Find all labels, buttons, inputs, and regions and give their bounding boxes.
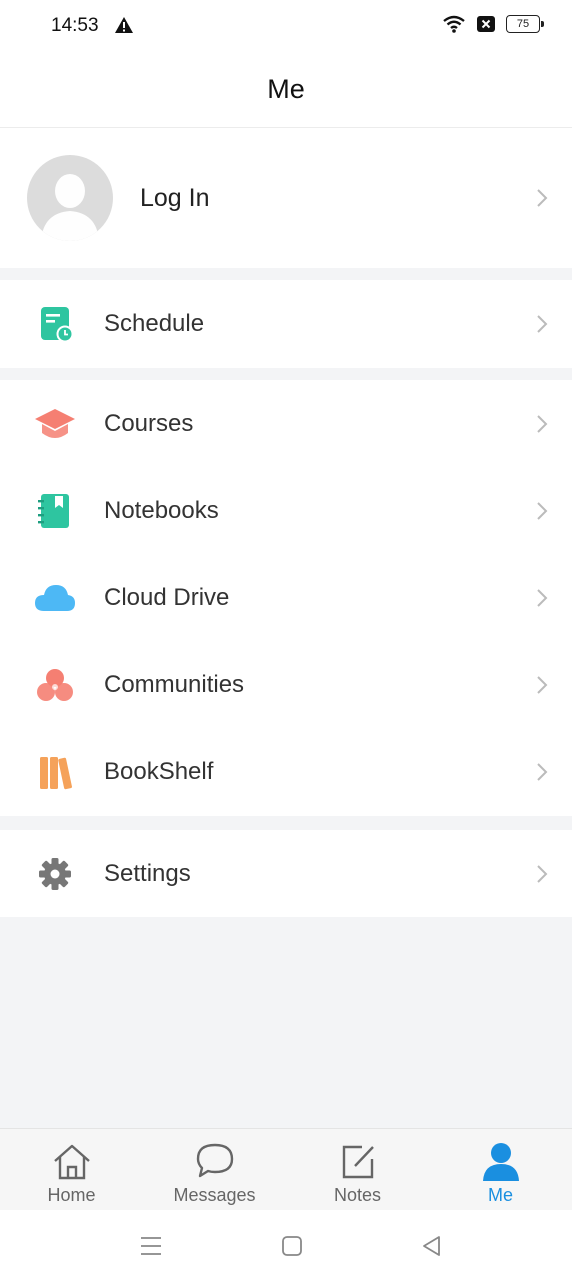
warning-icon bbox=[115, 17, 133, 33]
tab-notes[interactable]: Notes bbox=[286, 1129, 429, 1211]
schedule-section: Schedule bbox=[0, 280, 572, 368]
tab-label: Me bbox=[487, 1185, 513, 1205]
menu-item-label: Communities bbox=[104, 671, 245, 698]
tab-label: Home bbox=[47, 1185, 96, 1205]
chevron-right-icon bbox=[537, 675, 548, 694]
chevron-right-icon bbox=[537, 314, 548, 333]
edit-note-icon bbox=[342, 1145, 374, 1179]
system-nav-bar bbox=[0, 1210, 572, 1280]
graduation-cap-icon bbox=[35, 409, 75, 438]
schedule-icon bbox=[41, 307, 74, 343]
menu-item-courses[interactable]: Courses bbox=[0, 380, 572, 467]
chevron-right-icon bbox=[537, 762, 548, 781]
books-icon bbox=[40, 757, 72, 790]
menu-item-bookshelf[interactable]: BookShelf bbox=[0, 728, 572, 815]
chat-bubble-icon bbox=[196, 1143, 233, 1178]
communities-icon bbox=[37, 669, 73, 701]
cloud-icon bbox=[35, 585, 75, 611]
tab-me[interactable]: Me bbox=[429, 1129, 572, 1211]
menu-icon[interactable] bbox=[139, 1234, 163, 1258]
menu-item-label: Courses bbox=[104, 410, 194, 437]
wifi-icon bbox=[443, 15, 465, 33]
avatar-placeholder-icon bbox=[27, 155, 113, 241]
chevron-right-icon bbox=[537, 501, 548, 520]
login-label: Log In bbox=[140, 184, 210, 212]
battery-icon: 75 bbox=[506, 15, 544, 33]
chevron-right-icon bbox=[537, 864, 548, 883]
tab-home[interactable]: Home bbox=[0, 1129, 143, 1211]
notebook-icon bbox=[38, 494, 69, 528]
status-bar: 14:53 75 bbox=[0, 0, 572, 52]
menu-item-label: Schedule bbox=[104, 310, 205, 337]
menu-item-label: Notebooks bbox=[104, 497, 219, 524]
menu-item-schedule[interactable]: Schedule bbox=[0, 280, 572, 367]
login-row[interactable]: Log In bbox=[0, 128, 572, 268]
menu-item-label: BookShelf bbox=[104, 758, 214, 785]
menu-item-label: Settings bbox=[104, 860, 191, 887]
person-icon bbox=[482, 1143, 519, 1181]
back-icon[interactable] bbox=[420, 1234, 444, 1258]
tab-messages[interactable]: Messages bbox=[143, 1129, 286, 1211]
status-time: 14:53 bbox=[51, 15, 99, 36]
menu-item-label: Cloud Drive bbox=[104, 584, 230, 611]
chevron-right-icon bbox=[537, 189, 548, 207]
page-header: Me bbox=[0, 52, 572, 128]
settings-section: Settings bbox=[0, 830, 572, 917]
menu-item-cloud-drive[interactable]: Cloud Drive bbox=[0, 554, 572, 641]
page-title: Me bbox=[267, 74, 305, 104]
menu-item-settings[interactable]: Settings bbox=[0, 830, 572, 917]
tab-label: Notes bbox=[333, 1185, 382, 1205]
menu-section: Courses Notebooks Cloud Drive Communitie… bbox=[0, 380, 572, 816]
gear-icon bbox=[39, 858, 71, 890]
menu-item-communities[interactable]: Communities bbox=[0, 641, 572, 728]
tab-label: Messages bbox=[173, 1185, 256, 1205]
bottom-tab-bar: Home Messages Notes Me bbox=[0, 1128, 572, 1211]
sim-blocked-icon bbox=[477, 16, 495, 32]
home-icon bbox=[53, 1144, 90, 1180]
home-square-icon[interactable] bbox=[280, 1234, 304, 1258]
chevron-right-icon bbox=[537, 414, 548, 433]
chevron-right-icon bbox=[537, 588, 548, 607]
menu-item-notebooks[interactable]: Notebooks bbox=[0, 467, 572, 554]
